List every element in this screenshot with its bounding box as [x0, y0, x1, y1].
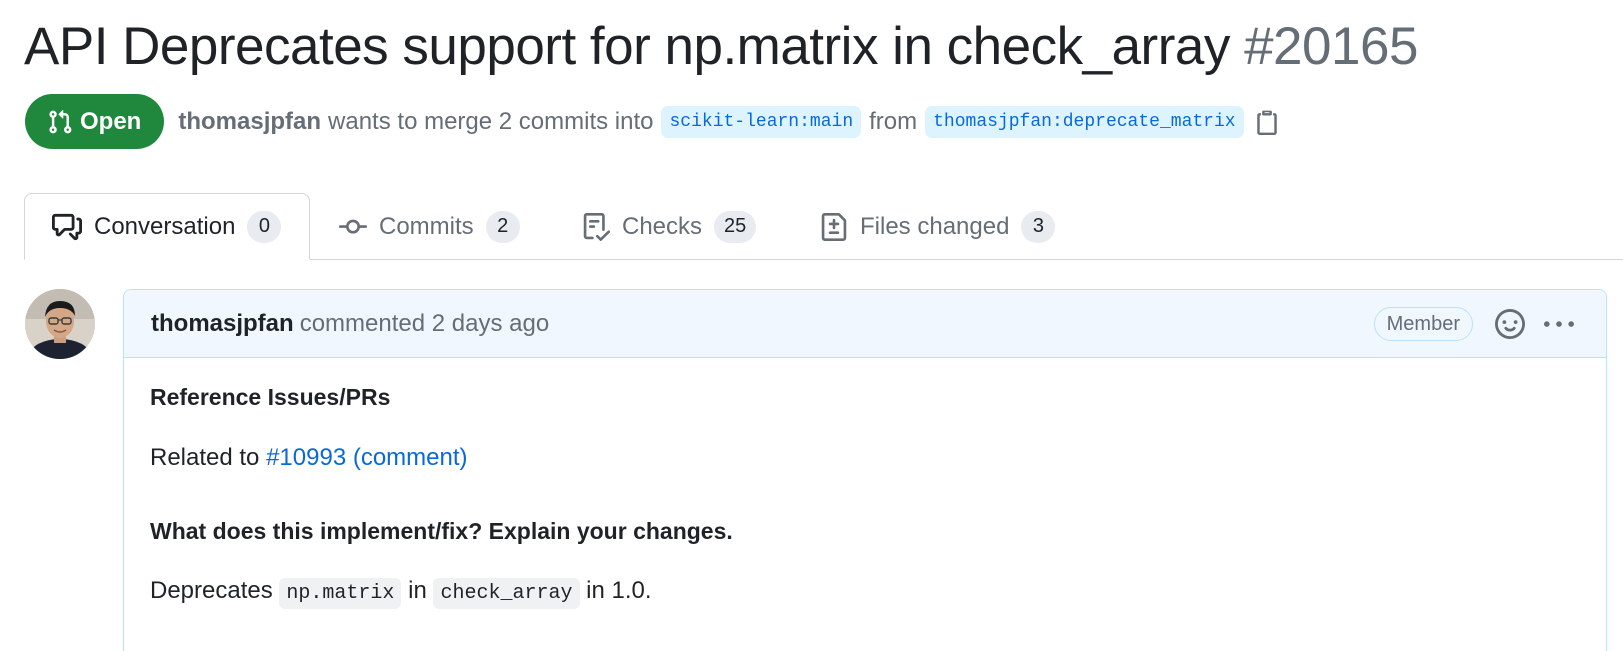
- pr-title: API Deprecates support for np.matrix in …: [24, 14, 1418, 80]
- reference-heading: Reference Issues/PRs: [150, 384, 391, 410]
- add-reaction-button[interactable]: [1495, 309, 1525, 346]
- file-diff-icon: [821, 212, 847, 241]
- comment-box: thomasjpfan commented 2 days ago Member …: [123, 289, 1607, 651]
- pull-request-page: API Deprecates support for np.matrix in …: [0, 0, 1623, 651]
- tab-checks-count: 25: [714, 210, 757, 243]
- tab-conversation[interactable]: Conversation 0: [24, 193, 311, 260]
- related-paragraph: Related to #10993 (comment): [150, 444, 468, 472]
- tab-commits-count: 2: [485, 210, 520, 243]
- kebab-horizontal-icon: [1544, 321, 1574, 327]
- comment-options-button[interactable]: [1544, 310, 1574, 347]
- member-badge: Member: [1373, 307, 1473, 341]
- state-label: Open: [80, 107, 142, 135]
- tab-files-changed[interactable]: Files changed 3: [820, 193, 1056, 260]
- dep-prefix: Deprecates: [150, 577, 273, 604]
- implement-heading: What does this implement/fix? Explain yo…: [150, 518, 733, 544]
- avatar-image: [25, 289, 95, 359]
- code-np-matrix: np.matrix: [279, 578, 402, 609]
- tab-files-changed-label: Files changed: [860, 212, 1010, 240]
- head-branch[interactable]: thomasjpfan:deprecate_matrix: [925, 105, 1244, 138]
- tab-commits[interactable]: Commits 2: [339, 193, 520, 260]
- copy-branch-button[interactable]: [1254, 109, 1280, 135]
- tab-checks-label: Checks: [622, 212, 703, 240]
- tab-commits-label: Commits: [379, 212, 474, 240]
- copy-icon: [1256, 110, 1277, 135]
- git-commit-icon: [339, 219, 367, 234]
- open-state-badge: Open: [25, 94, 165, 149]
- comment-author-link[interactable]: thomasjpfan: [151, 310, 294, 338]
- tab-files-changed-count: 3: [1021, 210, 1056, 243]
- comment-timestamp[interactable]: commented 2 days ago: [300, 310, 549, 338]
- tab-checks[interactable]: Checks 25: [582, 193, 757, 260]
- code-check-array: check_array: [433, 578, 580, 609]
- avatar[interactable]: [25, 289, 95, 359]
- comment-header: thomasjpfan commented 2 days ago Member: [124, 290, 1606, 358]
- base-branch[interactable]: scikit-learn:main: [661, 105, 862, 138]
- pr-title-text: API Deprecates support for np.matrix in …: [24, 17, 1230, 76]
- dep-suffix: in 1.0.: [586, 577, 652, 604]
- merge-text: wants to merge 2 commits into: [328, 107, 654, 135]
- dep-mid: in: [408, 577, 427, 604]
- related-prefix: Related to: [150, 444, 260, 471]
- deprecation-paragraph: Deprecates np.matrix in check_array in 1…: [150, 577, 652, 609]
- related-issue-link[interactable]: #10993 (comment): [266, 444, 467, 471]
- smiley-icon: [1495, 309, 1525, 339]
- tab-conversation-label: Conversation: [94, 212, 236, 240]
- checklist-icon: [583, 212, 610, 241]
- pr-author-link[interactable]: thomasjpfan: [178, 108, 321, 136]
- comment-discussion-icon: [52, 213, 82, 240]
- pr-meta: Open thomasjpfan wants to merge 2 commit…: [25, 94, 1280, 149]
- tab-conversation-count: 0: [247, 210, 282, 243]
- pr-number: #20165: [1244, 17, 1418, 76]
- git-pull-request-icon: [49, 109, 72, 133]
- from-text: from: [869, 107, 918, 135]
